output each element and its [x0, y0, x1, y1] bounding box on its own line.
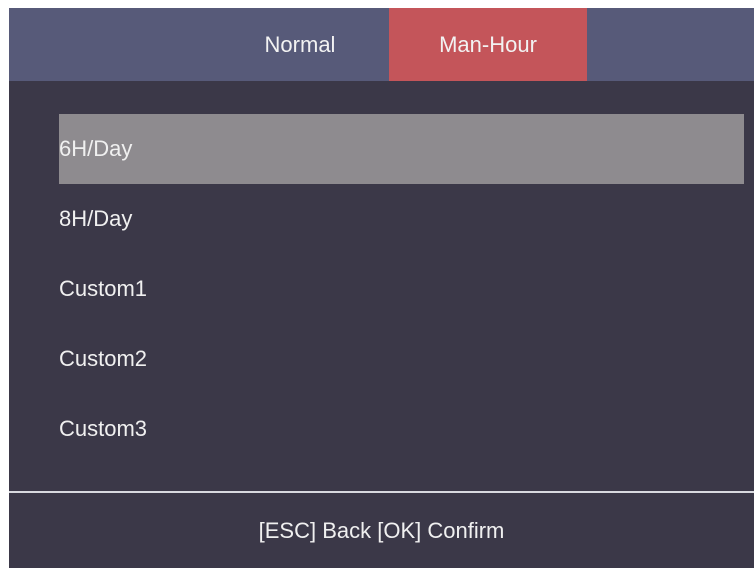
list-item-label: Custom2	[59, 346, 148, 371]
list-item-label: Custom1	[59, 276, 148, 301]
list-item-custom2[interactable]: Custom2	[59, 324, 744, 394]
footer-hint-text: [ESC] Back [OK] Confirm	[258, 517, 505, 543]
list-item-6h-day[interactable]: 6H/Day	[59, 114, 744, 184]
list-item-8h-day[interactable]: 8H/Day	[59, 184, 744, 254]
tab-normal[interactable]: Normal	[211, 8, 389, 81]
list-item-label: 8H/Day	[59, 206, 133, 231]
schedule-list: 6H/Day 8H/Day Custom1 Custom2 Custom3	[9, 81, 754, 493]
list-item-label: Custom3	[59, 416, 148, 441]
tab-bar: Normal Man-Hour	[9, 8, 754, 81]
tab-normal-label: Normal	[264, 31, 336, 57]
tab-man-hour-label: Man-Hour	[439, 31, 537, 57]
list-item-custom3[interactable]: Custom3	[59, 394, 744, 464]
tab-man-hour[interactable]: Man-Hour	[389, 8, 587, 81]
list-item-label: 6H/Day	[59, 136, 133, 161]
device-screen: Normal Man-Hour 6H/Day 8H/Day Custom1 Cu…	[9, 8, 754, 568]
list-item-custom1[interactable]: Custom1	[59, 254, 744, 324]
footer-hint-bar: [ESC] Back [OK] Confirm	[9, 493, 754, 568]
